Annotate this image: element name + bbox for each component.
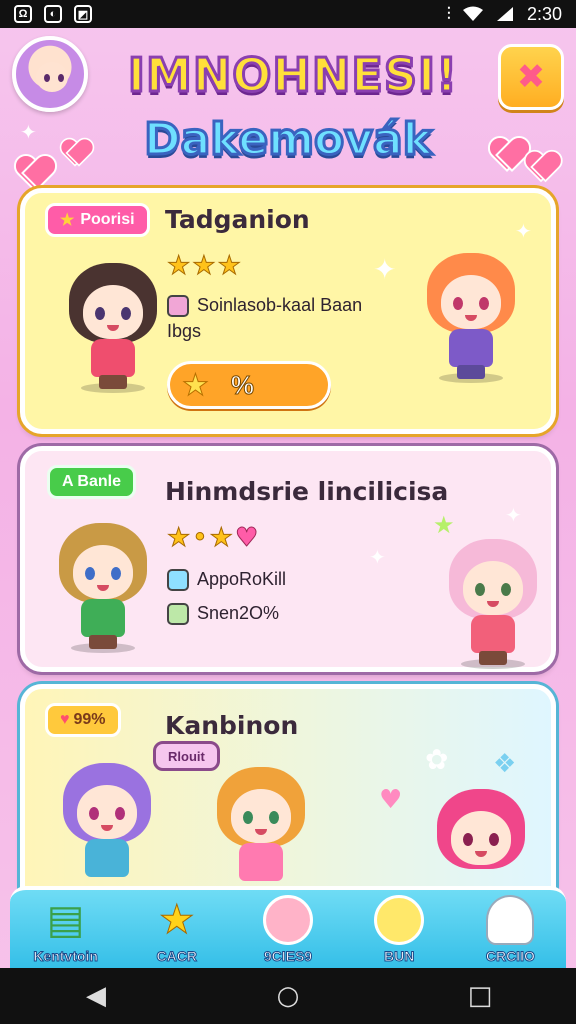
heart-icon xyxy=(60,139,90,166)
rating-stars: ★★★ xyxy=(167,251,243,282)
card-info: AppoRoKill xyxy=(167,569,286,592)
close-icon: ✖ xyxy=(516,57,546,97)
sparkle-icon: ❖ xyxy=(493,749,517,779)
sparkle-icon: ✦ xyxy=(20,120,37,144)
character-face-icon xyxy=(262,894,314,946)
heart-icon: ♥ xyxy=(60,711,70,728)
sparkle-icon: ✦ xyxy=(505,503,522,527)
image-icon xyxy=(167,603,189,626)
sparkle-icon: ✦ xyxy=(369,545,386,569)
card-info: Ibgs xyxy=(167,321,202,341)
nav-item-kentvtoin[interactable]: ▤ Kentvtoin xyxy=(16,886,116,965)
rating-stars: ★•★♥ xyxy=(167,523,261,554)
home-icon: ○ xyxy=(276,981,300,1011)
heart-icon: ♥ xyxy=(234,523,261,554)
card-badge: ♥ 99% xyxy=(45,703,121,737)
sparkle-icon: ✿ xyxy=(425,743,449,776)
game-icon: ◐ xyxy=(44,5,62,23)
nav-item-bun[interactable]: BUN xyxy=(349,886,449,965)
game-title: IMNOHNESI! xyxy=(126,47,459,104)
ghost-icon xyxy=(484,894,536,946)
back-icon: ◀ xyxy=(86,981,106,1011)
book-icon: ▤ xyxy=(46,897,85,943)
nav-item-9cies9[interactable]: 9CIES9 xyxy=(238,886,338,965)
vibrate-icon: ⫶ xyxy=(446,3,451,24)
heart-icon xyxy=(488,138,526,172)
mission-card[interactable]: ♥ 99% Kanbinon Rlouit ✿ ❖ ♥ xyxy=(20,684,556,894)
mission-card[interactable]: A Banle Hinmdsrie lincilicisa ★•★♥ AppoR… xyxy=(20,446,556,672)
character-chibi xyxy=(59,763,155,893)
bottom-nav: ▤ Kentvtoin ★ CACR 9CIES9 BUN CRCIIO xyxy=(10,886,566,968)
image-icon: ◩ xyxy=(74,5,92,23)
status-bar: Ω ◐ ◩ ⫶ 2:30 xyxy=(0,0,576,28)
speech-bubble: Rlouit xyxy=(153,741,220,771)
home-button[interactable]: ○ xyxy=(268,976,308,1016)
back-button[interactable]: ◀ xyxy=(76,976,116,1016)
card-info: Snen2O% xyxy=(167,603,279,626)
progress-button[interactable]: ★ % xyxy=(167,361,331,409)
sparkle-icon: ✦ xyxy=(515,219,532,243)
sparkle-icon: ✦ xyxy=(373,253,397,286)
star-icon: ★ xyxy=(60,212,75,229)
heart-icon xyxy=(524,152,558,183)
game-subtitle: Dakemovák xyxy=(143,113,434,167)
character-chibi xyxy=(65,263,161,393)
card-badge: A Banle xyxy=(47,465,136,499)
clock: 2:30 xyxy=(526,3,562,24)
heart-icon xyxy=(14,156,52,190)
recent-icon: □ xyxy=(467,981,493,1011)
star-icon: ★ xyxy=(158,897,195,944)
card-title: Tadganion xyxy=(165,205,310,234)
nav-item-cacr[interactable]: ★ CACR xyxy=(127,886,227,965)
heart-badge-icon xyxy=(167,569,189,592)
character-chibi xyxy=(445,539,541,669)
card-title: Hinmdsrie lincilicisa xyxy=(165,477,449,506)
close-button[interactable]: ✖ xyxy=(498,44,564,110)
character-chibi xyxy=(55,523,151,653)
card-info: Soinlasob-kaal Baan xyxy=(167,295,362,318)
character-face-icon xyxy=(373,894,425,946)
wifi-icon xyxy=(462,6,483,21)
sparkle-icon: ★ xyxy=(433,511,455,539)
character-chibi xyxy=(213,767,309,897)
game-header: IMNOHNESI! Dakemovák ✖ ✦ xyxy=(0,28,576,188)
recent-apps-button[interactable]: □ xyxy=(460,976,500,1016)
signal-icon xyxy=(496,7,513,21)
crown-icon: ★ xyxy=(182,367,210,403)
mission-card[interactable]: ★ Poorisi Tadganion ★★★ Soinlasob-kaal B… xyxy=(20,188,556,434)
link-icon xyxy=(167,295,189,318)
player-avatar[interactable] xyxy=(12,36,88,112)
card-badge: ★ Poorisi xyxy=(45,203,150,237)
nav-item-crciio[interactable]: CRCIIO xyxy=(460,886,560,965)
character-chibi xyxy=(423,253,519,383)
sparkle-icon: ♥ xyxy=(379,785,403,815)
system-nav-bar: ◀ ○ □ xyxy=(0,968,576,1024)
card-title: Kanbinon xyxy=(165,711,299,740)
app-icon: Ω xyxy=(14,5,32,23)
